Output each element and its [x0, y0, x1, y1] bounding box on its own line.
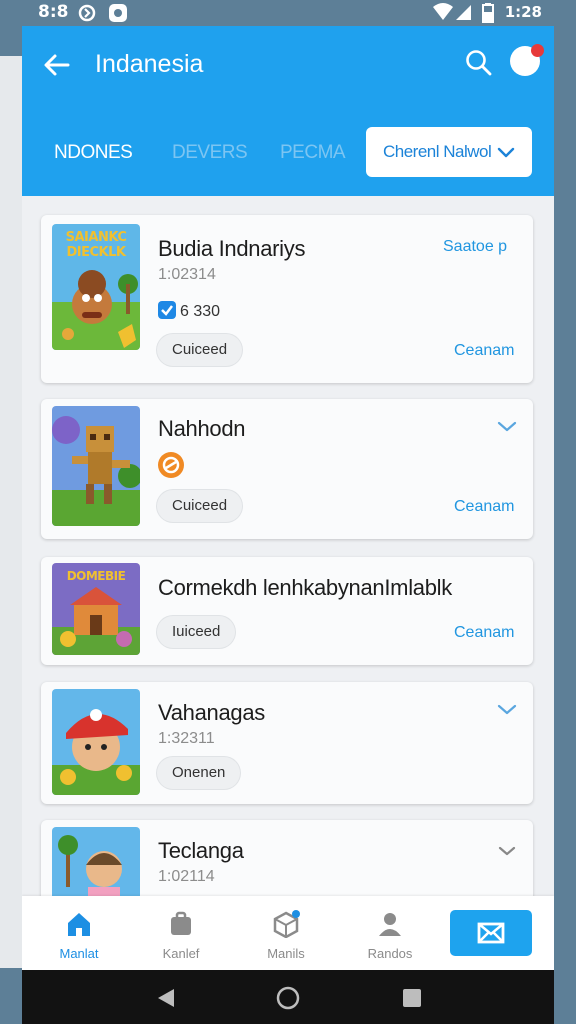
list-item[interactable]: Vahanagas 1:32311 Onenen	[41, 682, 533, 804]
game-thumbnail	[52, 406, 140, 526]
verified-badge-icon	[158, 301, 176, 319]
nav-label: Manlat	[59, 946, 99, 961]
verified-count: 6 330	[158, 301, 220, 321]
card-title: Cormekdh lenhkabynanImlablk	[158, 575, 452, 600]
notification-icon	[108, 3, 128, 28]
card-subtitle: 1:32311	[158, 730, 215, 747]
bag-icon	[171, 911, 191, 935]
app-window: Indanesia NDONES DEVERS PECMA Cherenl Na…	[22, 26, 554, 970]
background-strip	[554, 56, 576, 968]
nav-item-kanlef[interactable]: Kanlef	[136, 896, 226, 970]
home-icon	[68, 913, 90, 936]
list-item[interactable]: SAIANKC DIECKLK Budia Indnariys 1:02314 …	[41, 215, 533, 383]
tab-ndones[interactable]: NDONES	[54, 142, 133, 164]
chevron-down-icon	[497, 147, 515, 158]
signal-icon	[456, 3, 472, 26]
home-circle-icon[interactable]	[276, 986, 300, 1010]
status-chip[interactable]: Cuiceed	[157, 490, 243, 522]
nav-label: Randos	[367, 946, 413, 961]
nav-item-manlat[interactable]: Manlat	[34, 896, 124, 970]
status-clock: 1:28	[504, 3, 542, 21]
system-navigation-bar	[22, 970, 554, 1024]
search-icon	[466, 50, 492, 76]
nav-label: Kanlef	[162, 946, 200, 961]
card-title: Budia Indnariys	[158, 236, 306, 261]
card-subtitle: 1:02314	[158, 266, 216, 283]
list-item[interactable]: DOMEBIE Cormekdh lenhkabynanImlablk Iuic…	[41, 557, 533, 665]
compose-button[interactable]	[450, 910, 532, 956]
card-title: Teclanga	[158, 838, 244, 863]
card-subtitle: 1:02114	[158, 868, 215, 885]
tab-pecma[interactable]: PECMA	[280, 142, 346, 164]
game-thumbnail	[52, 689, 140, 795]
arrow-left-icon	[44, 54, 70, 76]
wifi-icon	[432, 3, 454, 26]
back-triangle-icon[interactable]	[156, 987, 176, 1009]
battery-icon	[482, 3, 494, 28]
chevron-down-icon[interactable]	[496, 415, 518, 437]
chevron-down-icon[interactable]	[496, 840, 518, 862]
bottom-navigation: Manlat Kanlef Manils Randos	[22, 896, 554, 970]
verified-count-value: 6 330	[180, 303, 221, 320]
card-title: Vahanagas	[158, 700, 265, 725]
status-bar: 8:8 1:28	[0, 0, 576, 26]
card-action-link[interactable]: Ceanam	[454, 342, 514, 360]
tab-devers[interactable]: DEVERS	[172, 142, 248, 164]
app-bar: Indanesia NDONES DEVERS PECMA Cherenl Na…	[22, 26, 554, 196]
channel-dropdown[interactable]: Cherenl Nalwol	[366, 127, 532, 177]
status-chip[interactable]: Iuiceed	[157, 616, 236, 648]
status-badge-icon	[158, 452, 184, 478]
card-action-link[interactable]: Ceanam	[454, 498, 514, 516]
nav-item-randos[interactable]: Randos	[345, 896, 435, 970]
card-action-link[interactable]: Ceanam	[454, 624, 514, 642]
person-icon	[379, 913, 401, 936]
thumbnail-title: DOMEBIE	[66, 569, 126, 583]
sync-icon	[78, 3, 96, 28]
notification-dot	[531, 44, 544, 57]
page-title: Indanesia	[95, 50, 204, 78]
card-title: Nahhodn	[158, 416, 246, 441]
mail-icon	[477, 922, 505, 944]
list-item[interactable]: Nahhodn Cuiceed Ceanam	[41, 399, 533, 539]
chevron-down-icon[interactable]	[496, 698, 518, 720]
background-strip	[0, 56, 22, 968]
card-top-link[interactable]: Saatoe p	[443, 238, 507, 256]
avatar[interactable]	[510, 44, 544, 76]
recents-square-icon[interactable]	[403, 989, 421, 1007]
nav-label: Manils	[267, 946, 305, 961]
game-thumbnail: DOMEBIE	[52, 563, 140, 655]
status-chip[interactable]: Cuiceed	[157, 334, 243, 366]
status-chip[interactable]: Onenen	[157, 757, 241, 789]
nav-item-manils[interactable]: Manils	[241, 896, 331, 970]
dropdown-label: Cherenl Nalwol	[383, 142, 492, 161]
thumbnail-title: SAIANKC DIECKLK	[65, 230, 127, 260]
search-button[interactable]	[464, 48, 494, 78]
status-time: 8:8	[38, 2, 69, 22]
cube-icon	[273, 910, 300, 938]
game-thumbnail: SAIANKC DIECKLK	[52, 224, 140, 350]
back-button[interactable]	[40, 48, 74, 82]
